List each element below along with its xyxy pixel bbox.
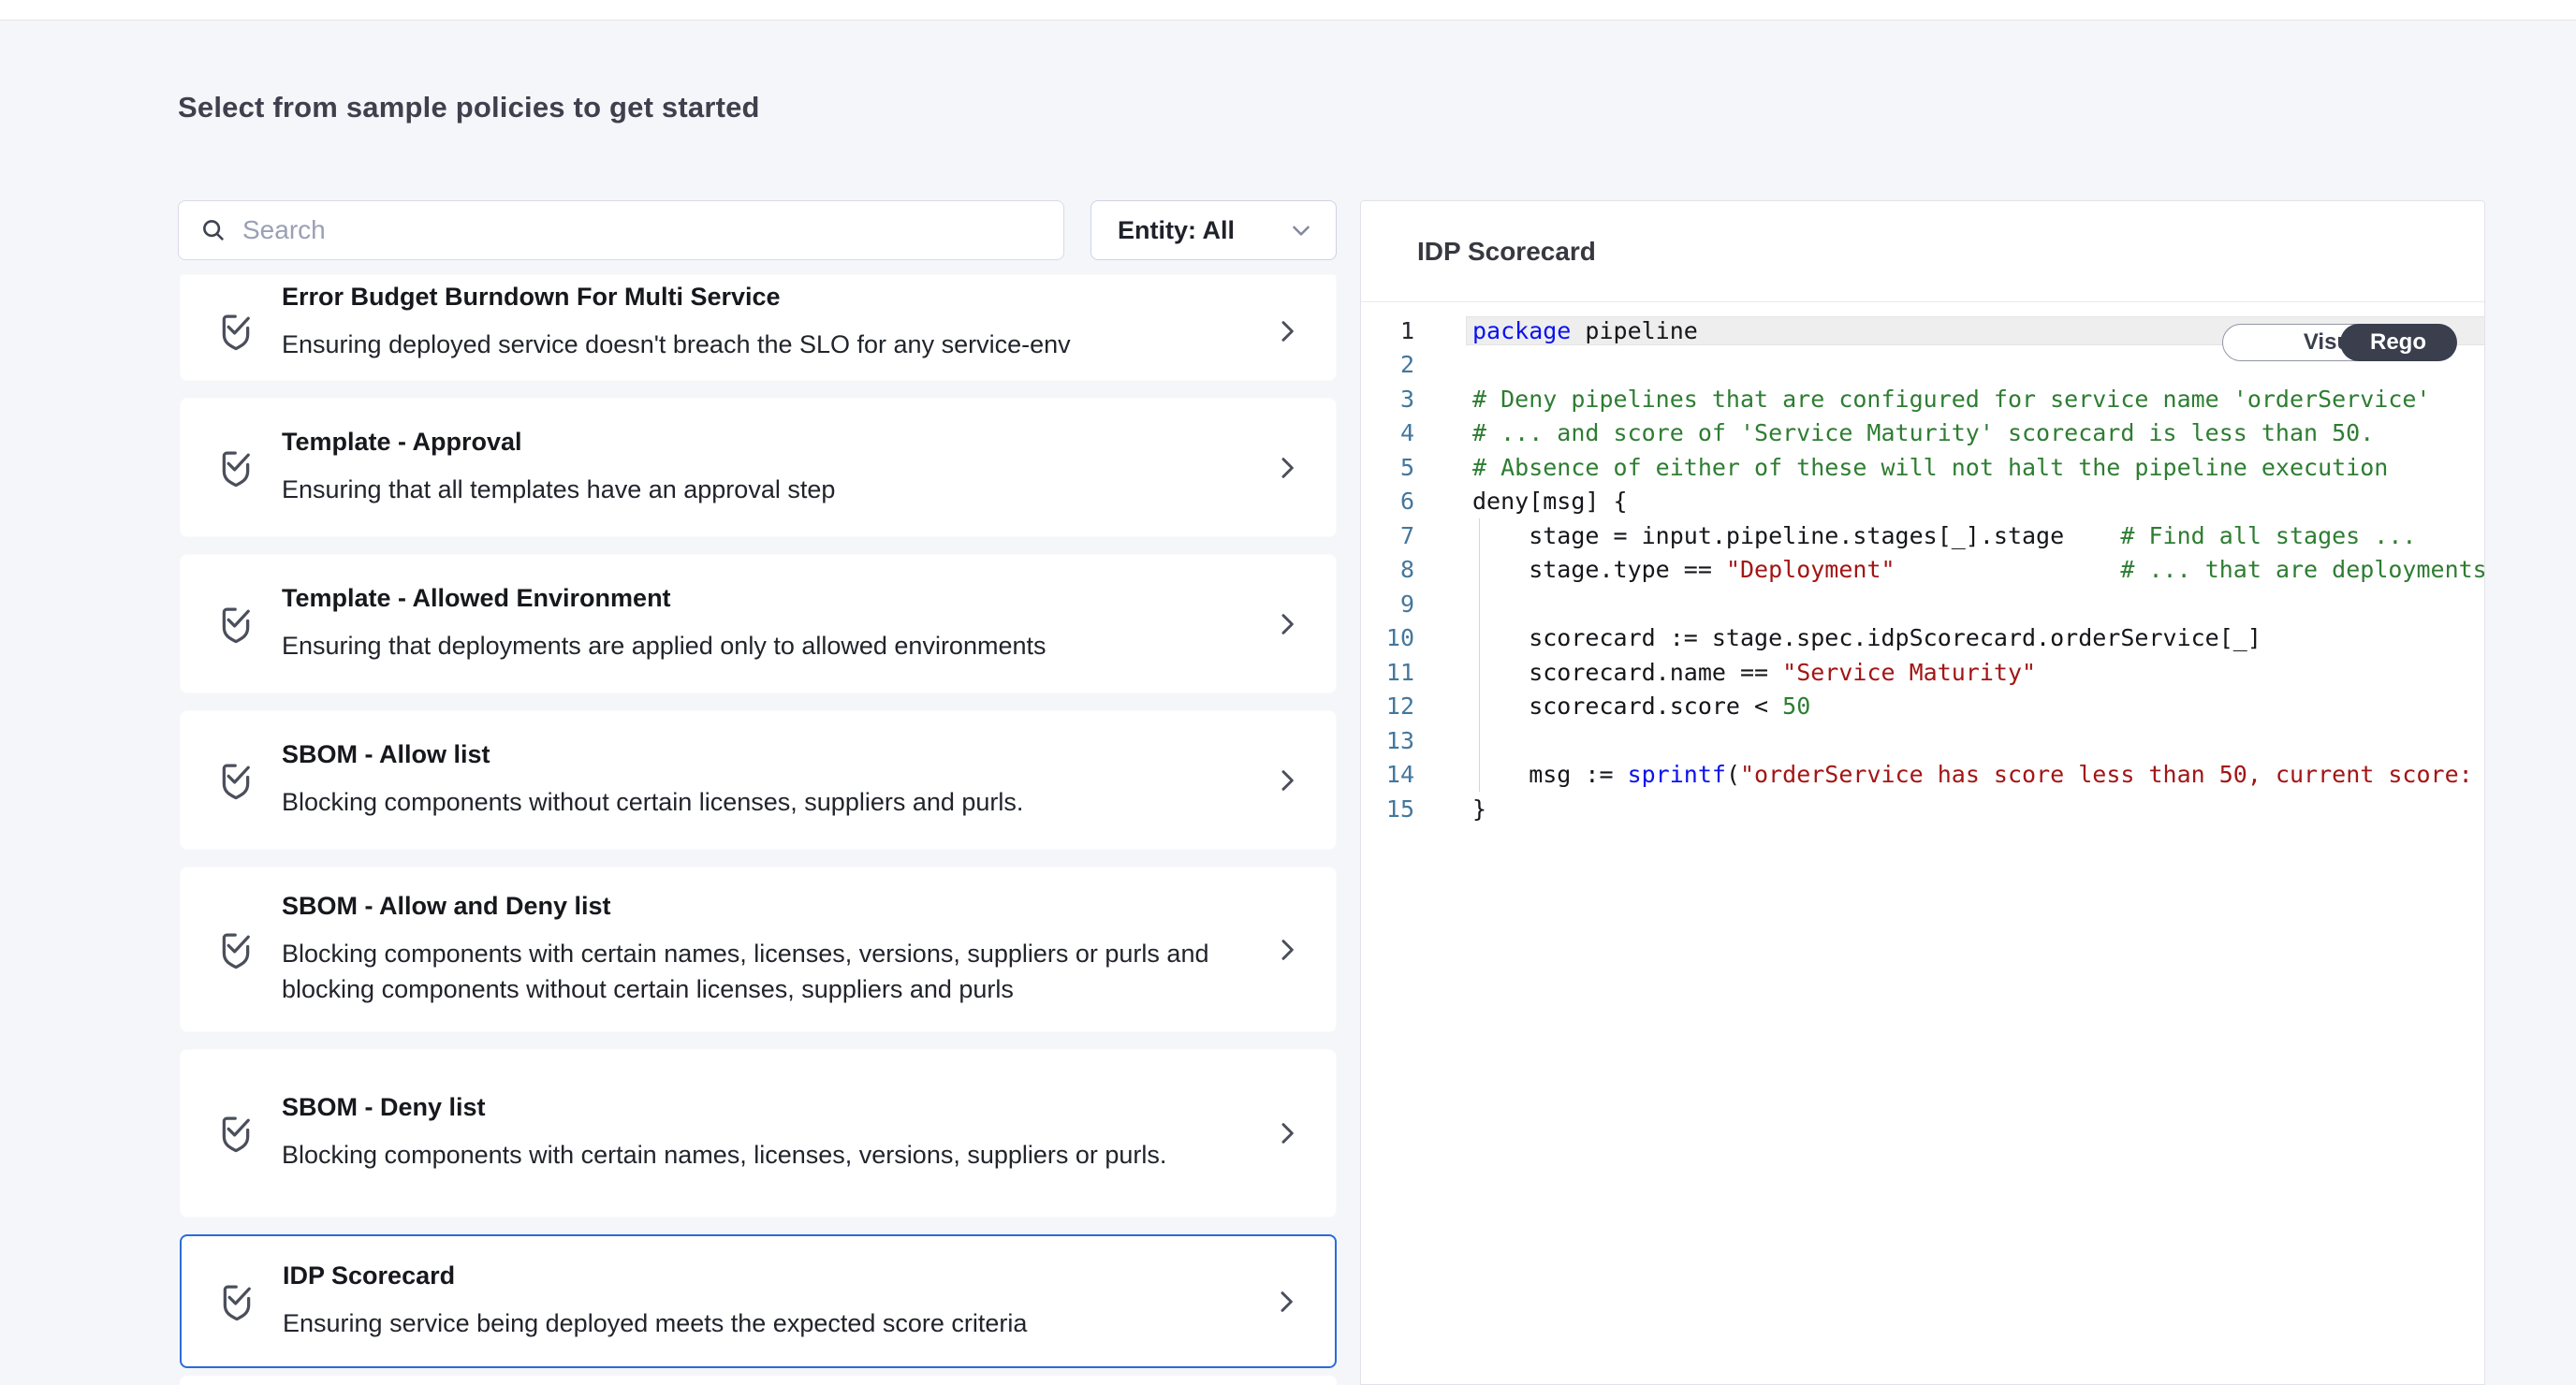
line-number: 2 (1361, 351, 1414, 378)
search-icon (199, 216, 227, 244)
policy-shield-check-icon (214, 754, 257, 807)
line-number: 1 (1361, 317, 1414, 344)
code-line[interactable]: 11 scorecard.name == "Service Maturity" (1361, 655, 2484, 690)
chevron-right-icon (1271, 1287, 1301, 1317)
chevron-right-icon (1272, 316, 1302, 346)
indent-guide (1479, 518, 1480, 792)
code-line[interactable]: 8 stage.type == "Deployment" # ... that … (1361, 553, 2484, 588)
policy-shield-check-icon (214, 305, 257, 357)
policy-card-text: Template - Approval Ensuring that all tem… (282, 428, 1272, 508)
policy-shield-check-icon (214, 598, 257, 650)
line-number: 13 (1361, 727, 1414, 754)
code-line[interactable]: 6 deny[msg] { (1361, 485, 2484, 519)
policy-card[interactable]: IDP Scorecard Ensuring service being depl… (180, 1234, 1337, 1368)
code-text: msg := sprintf("orderService has score l… (1467, 761, 2485, 788)
code-editor[interactable]: 1package pipeline23# Deny pipelines that… (1361, 302, 2484, 826)
policy-card[interactable]: Template - Allowed Environment Ensuring t… (180, 554, 1337, 693)
line-number: 3 (1361, 386, 1414, 413)
policy-card-text: SBOM - Deny list Blocking components with… (282, 1093, 1272, 1174)
policy-card-text: IDP Scorecard Ensuring service being depl… (283, 1261, 1271, 1342)
policy-title: SBOM - Allow list (282, 740, 1244, 769)
policy-shield-check-icon (214, 442, 257, 494)
code-text: # ... and score of 'Service Maturity' sc… (1467, 419, 2484, 446)
code-text: # Absence of either of these will not ha… (1467, 454, 2484, 481)
code-text: deny[msg] { (1467, 488, 2484, 515)
chevron-right-icon (1272, 453, 1302, 483)
policy-shield-check-icon (215, 1276, 258, 1328)
policy-title: Template - Approval (282, 428, 1244, 457)
entity-filter-dropdown[interactable]: Entity: All (1090, 200, 1337, 260)
policy-card-text: Template - Allowed Environment Ensuring t… (282, 584, 1272, 664)
policy-description: Blocking components without certain lice… (282, 785, 1244, 821)
toggle-rego-option[interactable]: Rego (2340, 324, 2457, 361)
code-text: scorecard.score < 50 (1467, 692, 2484, 720)
policy-card[interactable]: SBOM - Allow list Blocking components wit… (180, 710, 1337, 850)
policy-shield-check-icon (214, 1107, 257, 1159)
code-line[interactable]: 5 # Absence of either of these will not h… (1361, 450, 2484, 485)
line-number: 12 (1361, 692, 1414, 720)
policy-description: Ensuring service being deployed meets th… (283, 1306, 1243, 1342)
policy-title: Template - Allowed Environment (282, 584, 1244, 613)
code-line[interactable]: 13 (1361, 723, 2484, 758)
chevron-right-icon (1272, 609, 1302, 639)
top-bar (0, 0, 2576, 21)
policy-card-text: SBOM - Allow and Deny list Blocking compo… (282, 892, 1272, 1008)
code-text: scorecard := stage.spec.idpScorecard.ord… (1467, 624, 2484, 651)
policy-title: IDP Scorecard (283, 1261, 1243, 1290)
policy-card[interactable]: Error Budget Burndown For Multi Service E… (180, 274, 1337, 381)
code-lines: 1package pipeline23# Deny pipelines that… (1361, 313, 2484, 826)
line-number: 11 (1361, 659, 1414, 686)
chevron-right-icon (1272, 1118, 1302, 1148)
policy-card-text: Error Budget Burndown For Multi Service E… (282, 283, 1272, 363)
policy-list: Error Budget Burndown For Multi Service E… (180, 274, 1337, 1385)
page-title: Select from sample policies to get start… (178, 91, 760, 124)
chevron-right-icon (1272, 765, 1302, 795)
code-line[interactable]: 15} (1361, 792, 2484, 826)
policy-description: Blocking components with certain names, … (282, 1138, 1244, 1174)
code-line[interactable]: 9 (1361, 587, 2484, 621)
editor-mode-toggle[interactable]: Visual Rego (2222, 324, 2456, 361)
code-text: } (1467, 795, 2484, 823)
line-number: 8 (1361, 556, 1414, 583)
code-text: stage.type == "Deployment" # ... that ar… (1467, 556, 2485, 583)
policy-card[interactable]: SBOM - Deny list Blocking components with… (180, 1049, 1337, 1217)
policy-card[interactable]: SBOM - Allow and Deny list Blocking compo… (180, 867, 1337, 1032)
policy-description: Blocking components with certain names, … (282, 937, 1244, 1008)
chevron-right-icon (1272, 935, 1302, 965)
policy-shield-check-icon (214, 924, 257, 976)
policy-title: SBOM - Allow and Deny list (282, 892, 1244, 921)
policy-title: Error Budget Burndown For Multi Service (282, 283, 1244, 312)
policy-card[interactable]: Template - Approval Ensuring that all tem… (180, 398, 1337, 537)
code-text: # Deny pipelines that are configured for… (1467, 386, 2484, 413)
line-number: 4 (1361, 419, 1414, 446)
search-box[interactable] (178, 200, 1064, 260)
code-line[interactable]: 3 # Deny pipelines that are configured fo… (1361, 382, 2484, 416)
policy-card-text: SBOM - Allow list Blocking components wit… (282, 740, 1272, 821)
line-number: 7 (1361, 522, 1414, 549)
line-number: 14 (1361, 761, 1414, 788)
line-number: 10 (1361, 624, 1414, 651)
panel-header: IDP Scorecard (1361, 201, 2484, 302)
line-number: 6 (1361, 488, 1414, 515)
code-line[interactable]: 10 scorecard := stage.spec.idpScorecard.… (1361, 621, 2484, 656)
code-line[interactable]: 4 # ... and score of 'Service Maturity' s… (1361, 416, 2484, 451)
code-text: scorecard.name == "Service Maturity" (1467, 659, 2484, 686)
line-number: 5 (1361, 454, 1414, 481)
code-line[interactable]: 7 stage = input.pipeline.stages[_].stage… (1361, 518, 2484, 553)
policy-title: SBOM - Deny list (282, 1093, 1244, 1122)
line-number: 9 (1361, 590, 1414, 618)
chevron-down-icon (1287, 216, 1315, 244)
search-input[interactable] (242, 215, 1043, 245)
entity-filter-label: Entity: All (1118, 216, 1287, 245)
code-text: stage = input.pipeline.stages[_].stage #… (1467, 522, 2484, 549)
line-number: 15 (1361, 795, 1414, 823)
policy-description: Ensuring that deployments are applied on… (282, 629, 1244, 664)
next-card-top-edge (180, 1376, 1337, 1385)
code-line[interactable]: 12 scorecard.score < 50 (1361, 690, 2484, 724)
panel-title: IDP Scorecard (1417, 237, 1596, 267)
policy-detail-panel: IDP Scorecard Visual Rego 1package pipel… (1360, 200, 2485, 1385)
policy-description: Ensuring deployed service doesn't breach… (282, 328, 1244, 363)
policy-description: Ensuring that all templates have an appr… (282, 473, 1244, 508)
code-line[interactable]: 14 msg := sprintf("orderService has scor… (1361, 758, 2484, 793)
